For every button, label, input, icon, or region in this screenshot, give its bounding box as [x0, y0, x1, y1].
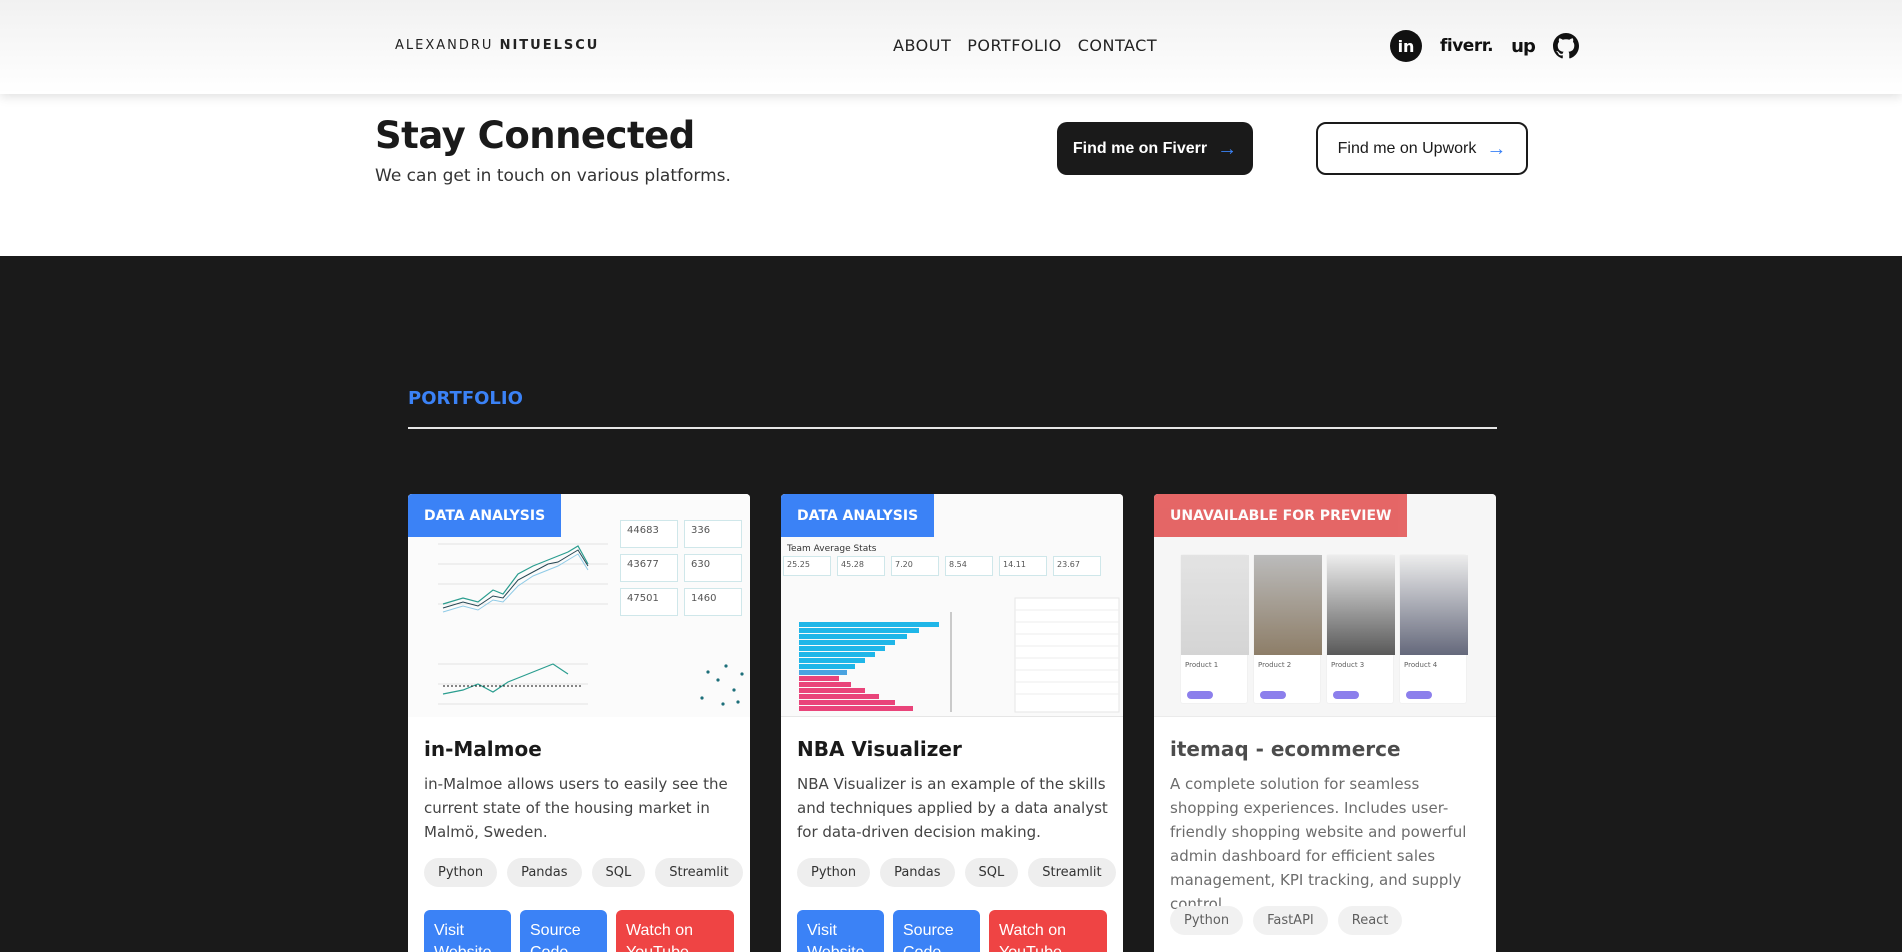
- card-content: Product 1 Product 2 Product 3 Product 4 …: [1154, 494, 1496, 952]
- source-code-button[interactable]: Source Code: [520, 910, 607, 952]
- tech-tag: SQL: [591, 858, 646, 887]
- stat-box: 44683: [620, 520, 678, 548]
- fiverr-icon[interactable]: fiverr.: [1440, 36, 1494, 56]
- category-badge: DATA ANALYSIS: [408, 494, 562, 537]
- tech-tags: Python Pandas SQL Streamlit: [424, 858, 743, 887]
- card-actions: Visit Website Source Code Watch on YouTu…: [424, 910, 734, 952]
- product-image: [1400, 555, 1468, 655]
- tech-tags: Python Pandas SQL Streamlit: [797, 858, 1116, 887]
- nav-about[interactable]: ABOUT: [893, 36, 951, 55]
- stat-box: 336: [684, 520, 742, 548]
- tech-tag: Python: [797, 858, 871, 887]
- tech-tags: Python FastAPI React: [1170, 906, 1403, 935]
- upwork-icon[interactable]: up: [1511, 36, 1536, 57]
- portfolio-section-label: PORTFOLIO: [408, 388, 523, 409]
- site-header: ALEXANDRU NITUELSCU ABOUT PORTFOLIO CONT…: [0, 0, 1902, 94]
- tech-tag: FastAPI: [1253, 906, 1328, 935]
- nav-portfolio[interactable]: PORTFOLIO: [967, 36, 1062, 55]
- fiverr-button-label: Find me on Fiverr: [1072, 139, 1208, 157]
- find-on-upwork-button[interactable]: Find me on Upwork →: [1316, 122, 1528, 175]
- product-card: Product 1: [1180, 554, 1249, 704]
- project-title: NBA Visualizer: [797, 737, 962, 761]
- project-title: itemaq - ecommerce: [1170, 737, 1401, 761]
- arrow-right-icon: →: [1486, 137, 1507, 160]
- project-title: in-Malmoe: [424, 737, 542, 761]
- brand-logo[interactable]: ALEXANDRU NITUELSCU: [395, 38, 599, 53]
- product-name: Product 3: [1331, 661, 1365, 669]
- tech-tag: React: [1337, 906, 1403, 935]
- visit-website-button[interactable]: Visit Website: [797, 910, 884, 952]
- unavailable-badge: UNAVAILABLE FOR PREVIEW: [1154, 494, 1408, 537]
- product-button: [1333, 691, 1359, 699]
- product-card: Product 4: [1399, 554, 1468, 704]
- github-icon[interactable]: [1552, 33, 1579, 59]
- project-card-itemaq[interactable]: Product 1 Product 2 Product 3 Product 4 …: [1154, 494, 1496, 952]
- arrow-right-icon: →: [1217, 137, 1238, 160]
- card-actions: Visit Website Source Code Watch on YouTu…: [797, 910, 1107, 952]
- tech-tag: Streamlit: [655, 858, 743, 887]
- product-image: [1181, 555, 1249, 655]
- product-name: Product 2: [1258, 661, 1292, 669]
- project-description: in-Malmoe allows users to easily see the…: [424, 775, 728, 841]
- nav-contact[interactable]: CONTACT: [1078, 36, 1157, 55]
- product-button: [1260, 691, 1286, 699]
- category-badge: DATA ANALYSIS: [781, 494, 935, 537]
- project-description: A complete solution for seamless shoppin…: [1170, 775, 1467, 913]
- source-code-button[interactable]: Source Code: [893, 910, 980, 952]
- tech-tag: Pandas: [507, 858, 582, 887]
- tech-tag: SQL: [964, 858, 1019, 887]
- product-image: [1254, 555, 1322, 655]
- brand-last-name: NITUELSCU: [499, 38, 600, 53]
- tech-tag: Python: [1170, 906, 1244, 935]
- product-card: Product 3: [1326, 554, 1395, 704]
- connect-title: Stay Connected: [375, 114, 695, 157]
- product-name: Product 1: [1185, 661, 1219, 669]
- watch-on-youtube-button[interactable]: Watch on YouTube: [616, 910, 734, 952]
- brand-first-name: ALEXANDRU: [395, 38, 494, 53]
- project-card-in-malmoe[interactable]: 44683 336 43677 630 47501 1460 DATA ANAL…: [408, 494, 750, 952]
- project-card-nba-visualizer[interactable]: Team Average Stats 25.25 45.28 7.20 8.54…: [781, 494, 1123, 952]
- watch-on-youtube-button[interactable]: Watch on YouTube: [989, 910, 1107, 952]
- project-description: NBA Visualizer is an example of the skil…: [797, 775, 1108, 841]
- main-nav: ABOUT PORTFOLIO CONTACT: [893, 36, 1157, 55]
- connect-subtitle: We can get in touch on various platforms…: [375, 166, 731, 186]
- find-on-fiverr-button[interactable]: Find me on Fiverr →: [1057, 122, 1253, 175]
- tech-tag: Python: [424, 858, 498, 887]
- product-image: [1327, 555, 1395, 655]
- stat-box: 47501: [620, 588, 678, 616]
- stat-box: 43677: [620, 554, 678, 582]
- tech-tag: Streamlit: [1028, 858, 1116, 887]
- section-divider: [408, 427, 1497, 429]
- stat-box: 630: [684, 554, 742, 582]
- upwork-button-label: Find me on Upwork: [1337, 139, 1477, 157]
- stay-connected-section: Stay Connected We can get in touch on va…: [0, 94, 1902, 256]
- product-name: Product 4: [1404, 661, 1438, 669]
- tech-tag: Pandas: [880, 858, 955, 887]
- product-button: [1187, 691, 1213, 699]
- linkedin-icon[interactable]: in: [1390, 30, 1422, 62]
- product-card: Product 2: [1253, 554, 1322, 704]
- visit-website-button[interactable]: Visit Website: [424, 910, 511, 952]
- social-links: in fiverr. up: [1390, 30, 1579, 62]
- stat-box: 1460: [684, 588, 742, 616]
- product-button: [1406, 691, 1432, 699]
